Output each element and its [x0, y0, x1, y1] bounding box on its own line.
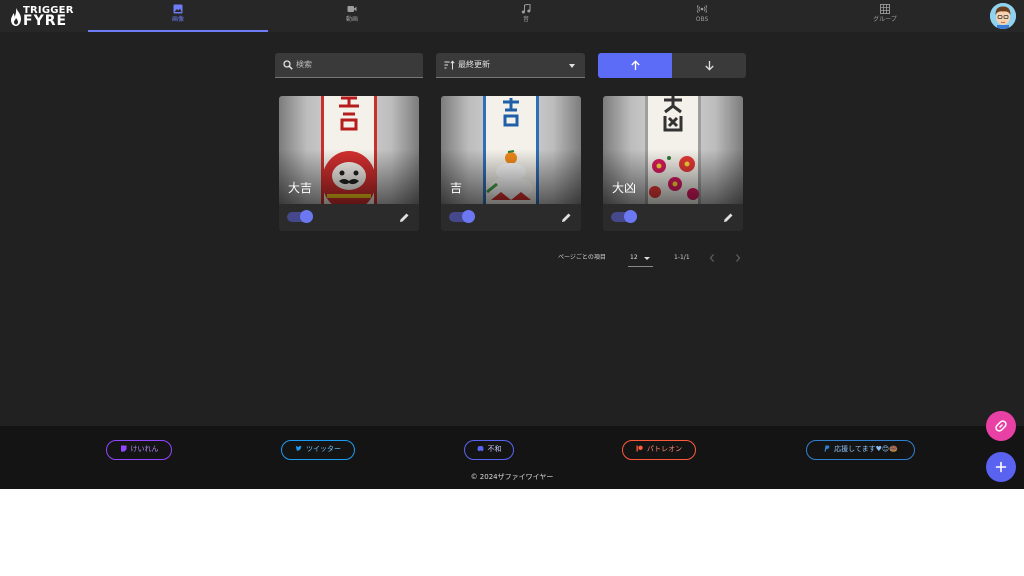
grid-icon — [880, 4, 890, 14]
tab-images[interactable]: 画像 — [88, 0, 268, 32]
footer-link-label: けいれん — [130, 445, 159, 453]
copyright-text: © 2024ザファイワイヤー — [470, 473, 554, 481]
image-card: 吉 — [441, 96, 581, 231]
avatar-face-icon — [990, 3, 1016, 29]
items-per-page-label: ページごとの項目 — [558, 254, 606, 261]
pagination-range: 1-1/1 — [674, 254, 690, 261]
card-caption: 大吉 — [288, 181, 313, 195]
patreon-icon — [636, 445, 643, 452]
music-note-icon — [521, 4, 531, 14]
chevron-right-icon[interactable] — [734, 253, 742, 263]
arrow-up-icon — [631, 60, 640, 70]
footer-link-label: 応援してます♥😊🍩 — [834, 445, 898, 453]
sort-descending-button[interactable] — [672, 53, 746, 78]
top-navigation-bar: TRIGGER FYRE 画像 動画 音 OBS グループ — [0, 0, 1024, 32]
patreon-link-button[interactable]: パトレオン — [622, 440, 696, 460]
trigger-fyre-logo[interactable]: TRIGGER FYRE — [10, 3, 80, 29]
toggle-knob — [300, 210, 313, 223]
search-icon — [283, 60, 293, 70]
paypal-icon — [824, 445, 830, 452]
plus-icon — [995, 461, 1007, 473]
toggle-knob — [462, 210, 475, 223]
tab-label: OBS — [695, 16, 709, 23]
link-icon — [995, 420, 1007, 432]
tab-videos[interactable]: 動画 — [262, 0, 442, 32]
tab-obs[interactable]: OBS — [612, 0, 792, 32]
twitch-icon — [120, 445, 126, 452]
pencil-icon[interactable] — [561, 212, 572, 223]
support-paypal-button[interactable]: 応援してます♥😊🍩 — [806, 440, 915, 460]
tab-groups[interactable]: グループ — [795, 0, 975, 32]
broadcast-icon — [697, 4, 707, 14]
chevron-down-icon — [569, 64, 575, 68]
enable-toggle[interactable] — [287, 210, 313, 224]
discord-link-button[interactable]: 不和 — [464, 440, 514, 460]
video-icon — [347, 6, 357, 12]
tab-label: 音 — [522, 16, 529, 23]
chevron-left-icon[interactable] — [708, 253, 716, 263]
link-fab-button[interactable] — [986, 411, 1016, 441]
twitch-link-button[interactable]: けいれん — [106, 440, 172, 460]
footer-link-label: パトレオン — [646, 445, 683, 453]
discord-icon — [477, 445, 483, 452]
arrow-down-icon — [705, 61, 714, 71]
search-placeholder: 検索 — [296, 60, 312, 69]
pencil-icon[interactable] — [399, 212, 410, 223]
app-root: TRIGGER FYRE 画像 動画 音 OBS グループ 検索 最終更新 大吉… — [0, 0, 1024, 489]
card-caption: 大凶 — [612, 181, 637, 195]
sort-select[interactable]: 最終更新 — [436, 53, 585, 78]
tab-sounds[interactable]: 音 — [436, 0, 616, 32]
pencil-icon[interactable] — [723, 212, 734, 223]
logo-text-fyre: FYRE — [23, 13, 68, 29]
image-card: 大凶 — [603, 96, 743, 231]
chevron-down-icon — [644, 257, 650, 260]
add-fab-button[interactable] — [986, 452, 1016, 482]
enable-toggle[interactable] — [449, 210, 475, 224]
footer: けいれん ツイッター 不和 パトレオン 応援してます♥😊🍩 © 2024ザファイ… — [0, 426, 1024, 489]
twitter-link-button[interactable]: ツイッター — [281, 440, 355, 460]
footer-link-label: 不和 — [487, 445, 502, 453]
sort-ascending-button[interactable] — [598, 53, 672, 78]
twitter-icon — [295, 445, 302, 451]
items-per-page-value: 12 — [630, 254, 638, 261]
flame-icon — [11, 8, 21, 26]
sort-value: 最終更新 — [458, 60, 490, 69]
sort-icon — [444, 60, 455, 70]
tab-label: グループ — [873, 16, 897, 23]
user-avatar[interactable] — [990, 3, 1016, 29]
footer-link-label: ツイッター — [306, 445, 341, 453]
tab-label: 画像 — [171, 16, 184, 23]
image-icon — [173, 4, 183, 14]
enable-toggle[interactable] — [611, 210, 637, 224]
items-per-page-select[interactable]: 12 — [628, 250, 653, 267]
search-input[interactable]: 検索 — [275, 53, 423, 78]
tab-label: 動画 — [345, 16, 358, 23]
card-caption: 吉 — [450, 181, 463, 195]
image-card: 大吉 — [279, 96, 419, 231]
toggle-knob — [624, 210, 637, 223]
